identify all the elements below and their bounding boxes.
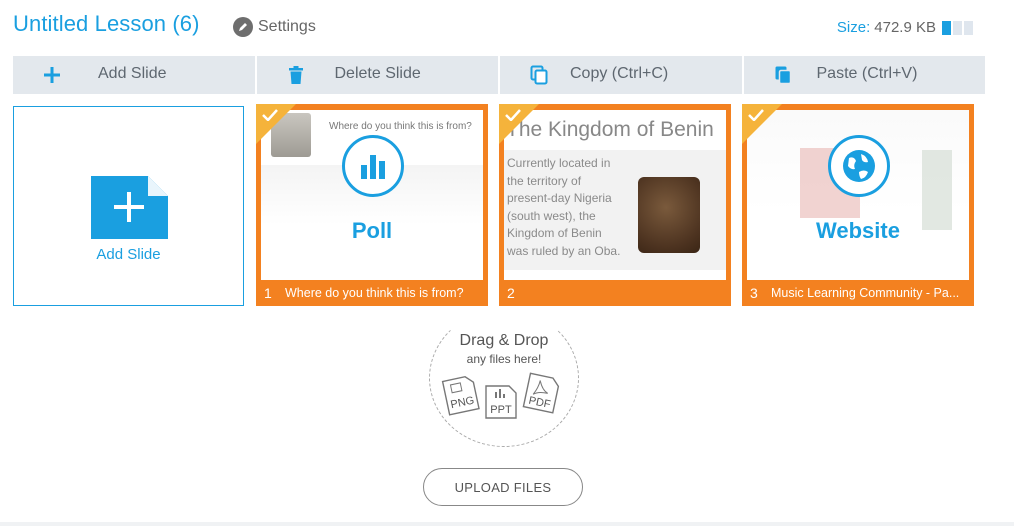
slide-footer: 3 Music Learning Community - Pa... <box>742 280 974 306</box>
slide-body-text: Currently located in the territory of pr… <box>507 156 621 258</box>
add-slide-tile[interactable]: Add Slide <box>13 106 244 306</box>
bar-chart-icon <box>342 135 404 197</box>
size-value: 472.9 KB <box>874 19 936 36</box>
slide-title: Music Learning Community - Pa... <box>771 286 960 300</box>
paste-icon <box>773 65 793 85</box>
poll-question: Where do you think this is from? <box>329 121 472 132</box>
bottom-strip <box>0 522 1014 526</box>
copy-button[interactable]: Copy (Ctrl+C) <box>498 56 742 94</box>
new-document-icon <box>91 176 168 239</box>
settings-label: Settings <box>258 18 316 35</box>
upload-files-button[interactable]: UPLOAD FILES <box>423 468 583 506</box>
slide-number: 2 <box>507 285 515 301</box>
delete-slide-button[interactable]: Delete Slide <box>254 56 499 94</box>
add-slide-tile-label: Add Slide <box>96 246 161 263</box>
copy-label: Copy (Ctrl+C) <box>570 65 669 82</box>
add-slide-button[interactable]: Add Slide <box>13 56 255 94</box>
settings-button[interactable]: Settings <box>233 17 316 37</box>
slide-number: 1 <box>264 285 272 301</box>
file-type-ppt: PPT <box>490 404 512 416</box>
slide-card-1[interactable]: Where do you think this is from? Poll 1 … <box>256 104 488 306</box>
plus-icon <box>42 65 62 85</box>
size-meter <box>942 20 973 35</box>
delete-slide-label: Delete Slide <box>334 65 421 82</box>
slide-type-label: Poll <box>351 218 393 243</box>
size-indicator: Size: 472.9 KB <box>837 19 973 36</box>
check-icon <box>505 109 521 121</box>
file-types-icon: PNG PPT PDF <box>441 372 560 419</box>
slide-footer: 2 <box>499 280 731 306</box>
slide-toolbar: Add Slide Delete Slide Copy (Ctrl+C) Pas… <box>13 56 985 94</box>
lesson-title: Untitled Lesson (6) <box>13 11 200 36</box>
pencil-icon <box>233 17 253 37</box>
add-slide-label: Add Slide <box>98 65 167 82</box>
size-label: Size: <box>836 19 871 36</box>
check-icon <box>262 109 278 121</box>
slide-footer: 1 Where do you think this is from? <box>256 280 488 306</box>
drop-zone-title: Drag & Drop <box>459 332 549 349</box>
copy-icon <box>529 65 549 85</box>
slide-number: 3 <box>750 285 758 301</box>
globe-icon <box>828 135 890 197</box>
slide-title: Where do you think this is from? <box>285 286 464 300</box>
paste-label: Paste (Ctrl+V) <box>816 65 918 82</box>
check-icon <box>748 109 764 121</box>
slide-card-3[interactable]: Website 3 Music Learning Community - Pa.… <box>742 104 974 306</box>
paste-button[interactable]: Paste (Ctrl+V) <box>741 56 986 94</box>
benin-plaque-image <box>638 177 700 253</box>
trash-icon <box>286 65 306 85</box>
drop-zone-subtitle: any files here! <box>466 352 542 366</box>
slide-type-label: Website <box>816 218 900 243</box>
slide-card-2[interactable]: The Kingdom of Benin Currently located i… <box>499 104 731 306</box>
